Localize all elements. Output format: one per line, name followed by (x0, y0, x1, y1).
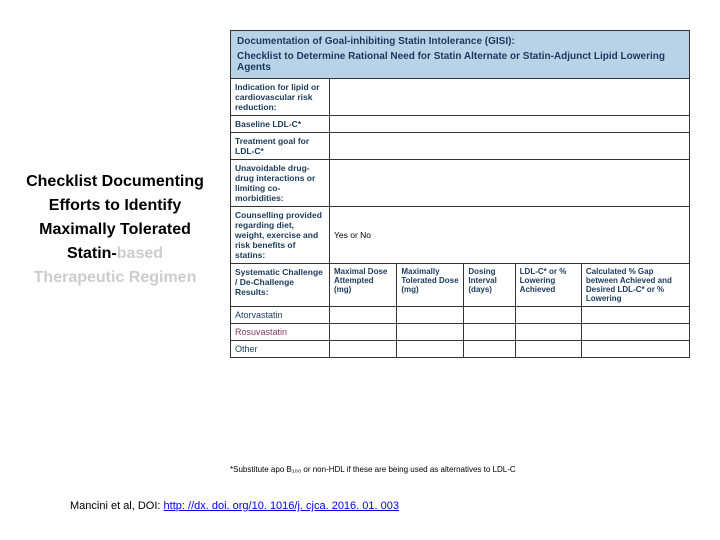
row-indication-value (330, 79, 690, 116)
col-ldl: LDL-C* or % Lowering Achieved (515, 264, 581, 307)
cell (464, 307, 515, 324)
row-atorvastatin-label: Atorvastatin (231, 307, 330, 324)
row-interactions-label: Unavoidable drug-drug interactions or li… (231, 160, 330, 207)
cell (515, 307, 581, 324)
row-other-label: Other (231, 341, 330, 358)
cell (581, 341, 689, 358)
citation: Mancini et al, DOI: http: //dx. doi. org… (70, 500, 399, 512)
row-goal-value (330, 133, 690, 160)
col-interval: Dosing Interval (days) (464, 264, 515, 307)
cell (397, 307, 464, 324)
cell (330, 341, 397, 358)
citation-link[interactable]: http: //dx. doi. org/10. 1016/j. cjca. 2… (164, 500, 399, 512)
cell (581, 307, 689, 324)
row-interactions-value (330, 160, 690, 207)
slide-title: Checklist Documenting Efforts to Identif… (20, 170, 210, 290)
row-baseline-value (330, 116, 690, 133)
cell (464, 341, 515, 358)
row-counselling-value: Yes or No (330, 207, 690, 264)
cell (464, 324, 515, 341)
cell (397, 324, 464, 341)
row-indication-label: Indication for lipid or cardiovascular r… (231, 79, 330, 116)
row-baseline-label: Baseline LDL-C* (231, 116, 330, 133)
col-maxdose: Maximal Dose Attempted (mg) (330, 264, 397, 307)
citation-prefix: Mancini et al, DOI: (70, 500, 164, 512)
col-gap: Calculated % Gap between Achieved and De… (581, 264, 689, 307)
table-header-title: Documentation of Goal-inhibiting Statin … (237, 36, 683, 47)
cell (397, 341, 464, 358)
cell (330, 307, 397, 324)
table-header-subtitle: Checklist to Determine Rational Need for… (237, 51, 683, 73)
col-tolerated: Maximally Tolerated Dose (mg) (397, 264, 464, 307)
cell (330, 324, 397, 341)
table-header: Documentation of Goal-inhibiting Statin … (231, 31, 690, 79)
row-rosuvastatin-label: Rosuvastatin (231, 324, 330, 341)
row-goal-label: Treatment goal for LDL-C* (231, 133, 330, 160)
cell (515, 341, 581, 358)
cell (581, 324, 689, 341)
cell (515, 324, 581, 341)
table-footnote: *Substitute apo B₁₀₀ or non-HDL if these… (230, 465, 690, 474)
row-counselling-label: Counselling provided regarding diet, wei… (231, 207, 330, 264)
title-part-1: Checklist Documenting Efforts to Identif… (26, 173, 204, 262)
row-challenge-label: Systematic Challenge / De-Challenge Resu… (231, 264, 330, 307)
gisi-checklist-table: Documentation of Goal-inhibiting Statin … (230, 30, 690, 358)
